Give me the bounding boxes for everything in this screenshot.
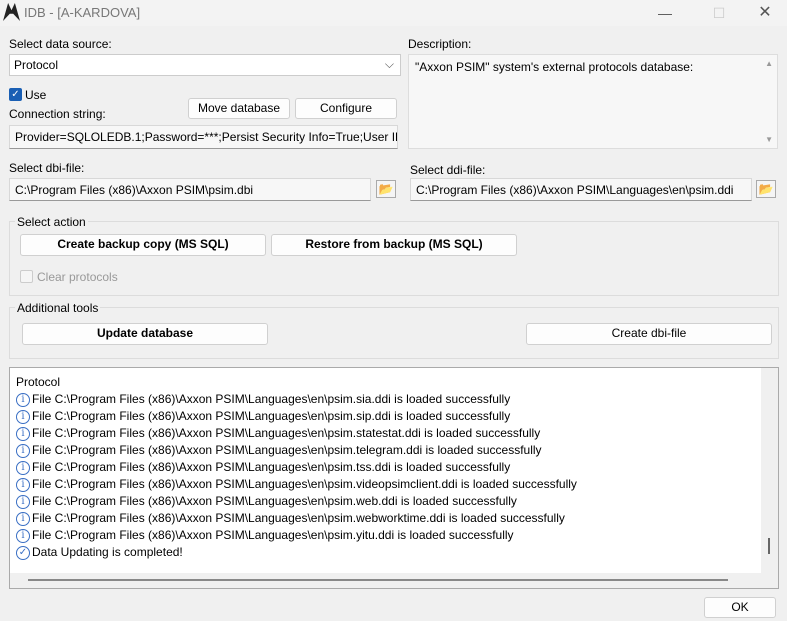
protocol-log[interactable]: Protocol i File C:\Program Files (x86)\Ax…: [9, 367, 779, 589]
log-line-text: File C:\Program Files (x86)\Axxon PSIM\L…: [32, 443, 542, 457]
description-text: "Axxon PSIM" system's external protocols…: [415, 60, 694, 74]
open-folder-icon[interactable]: 📂: [376, 180, 396, 198]
select-action-label: Select action: [15, 215, 88, 229]
info-icon: i: [16, 511, 30, 526]
log-line: i File C:\Program Files (x86)\Axxon PSIM\…: [16, 408, 755, 425]
log-line-text: File C:\Program Files (x86)\Axxon PSIM\L…: [32, 528, 514, 542]
select-action-group: [9, 221, 779, 296]
log-line-text: File C:\Program Files (x86)\Axxon PSIM\L…: [32, 426, 541, 440]
log-line: i File C:\Program Files (x86)\Axxon PSIM\…: [16, 510, 755, 527]
clear-protocols-label: Clear protocols: [37, 270, 118, 284]
create-backup-button[interactable]: Create backup copy (MS SQL): [20, 234, 266, 256]
log-line-text: File C:\Program Files (x86)\Axxon PSIM\L…: [32, 511, 565, 525]
update-database-button[interactable]: Update database: [22, 323, 268, 345]
description-label: Description:: [408, 37, 472, 51]
additional-tools-label: Additional tools: [15, 301, 101, 315]
configure-button[interactable]: Configure: [295, 98, 397, 119]
window-title: IDB - [A-KARDOVA]: [24, 5, 141, 20]
scroll-down-icon[interactable]: ▼: [765, 135, 773, 144]
log-line-text: File C:\Program Files (x86)\Axxon PSIM\L…: [32, 494, 517, 508]
horizontal-scrollbar-thumb[interactable]: [28, 579, 728, 581]
data-source-label: Select data source:: [9, 37, 112, 51]
log-line: i File C:\Program Files (x86)\Axxon PSIM\…: [16, 476, 755, 493]
move-database-button[interactable]: Move database: [188, 98, 290, 119]
log-line: i File C:\Program Files (x86)\Axxon PSIM\…: [16, 425, 755, 442]
connection-label: Connection string:: [9, 107, 106, 121]
info-icon: i: [16, 460, 30, 475]
ok-button[interactable]: OK: [704, 597, 776, 618]
log-line: i File C:\Program Files (x86)\Axxon PSIM\…: [16, 442, 755, 459]
scroll-up-icon[interactable]: ▲: [765, 59, 773, 68]
check-icon: ✓: [16, 545, 30, 560]
log-line: i File C:\Program Files (x86)\Axxon PSIM\…: [16, 391, 755, 408]
ddi-label: Select ddi-file:: [410, 163, 486, 177]
info-icon: i: [16, 392, 30, 407]
log-line-text: File C:\Program Files (x86)\Axxon PSIM\L…: [32, 409, 511, 423]
dbi-file-input[interactable]: C:\Program Files (x86)\Axxon PSIM\psim.d…: [9, 178, 371, 201]
info-icon: i: [16, 477, 30, 492]
vertical-scrollbar-thumb[interactable]: [768, 538, 770, 554]
maximize-button[interactable]: ☐: [704, 2, 734, 24]
info-icon: i: [16, 426, 30, 441]
log-line: i File C:\Program Files (x86)\Axxon PSIM\…: [16, 459, 755, 476]
dbi-label: Select dbi-file:: [9, 161, 85, 175]
log-content: Protocol i File C:\Program Files (x86)\Ax…: [10, 368, 761, 573]
log-line: i File C:\Program Files (x86)\Axxon PSIM\…: [16, 527, 755, 544]
create-dbi-file-button[interactable]: Create dbi-file: [526, 323, 772, 345]
log-line-text: File C:\Program Files (x86)\Axxon PSIM\L…: [32, 460, 511, 474]
restore-backup-button[interactable]: Restore from backup (MS SQL): [271, 234, 517, 256]
minimize-button[interactable]: —: [650, 2, 680, 24]
log-line-text: Data Updating is completed!: [32, 545, 183, 559]
info-icon: i: [16, 443, 30, 458]
chevron-down-icon: ⌵: [384, 57, 394, 71]
description-textarea[interactable]: "Axxon PSIM" system's external protocols…: [408, 54, 778, 149]
info-icon: i: [16, 494, 30, 509]
log-line-text: File C:\Program Files (x86)\Axxon PSIM\L…: [32, 477, 577, 491]
data-source-select[interactable]: Protocol ⌵: [9, 54, 401, 76]
log-line-text: File C:\Program Files (x86)\Axxon PSIM\L…: [32, 392, 511, 406]
clear-protocols-checkbox[interactable]: [20, 270, 33, 283]
log-line: ✓ Data Updating is completed!: [16, 544, 755, 561]
log-line: i File C:\Program Files (x86)\Axxon PSIM\…: [16, 493, 755, 510]
info-icon: i: [16, 528, 30, 543]
use-label: Use: [25, 88, 47, 102]
info-icon: i: [16, 409, 30, 424]
data-source-value: Protocol: [14, 58, 59, 72]
open-folder-icon[interactable]: 📂: [756, 180, 776, 198]
log-header: Protocol: [16, 375, 61, 389]
connection-string-input[interactable]: Provider=SQLOLEDB.1;Password=***;Persist…: [9, 125, 398, 149]
use-checkbox[interactable]: ✓: [9, 88, 22, 101]
close-button[interactable]: ✕: [750, 2, 780, 24]
ddi-file-input[interactable]: C:\Program Files (x86)\Axxon PSIM\Langua…: [410, 178, 752, 201]
